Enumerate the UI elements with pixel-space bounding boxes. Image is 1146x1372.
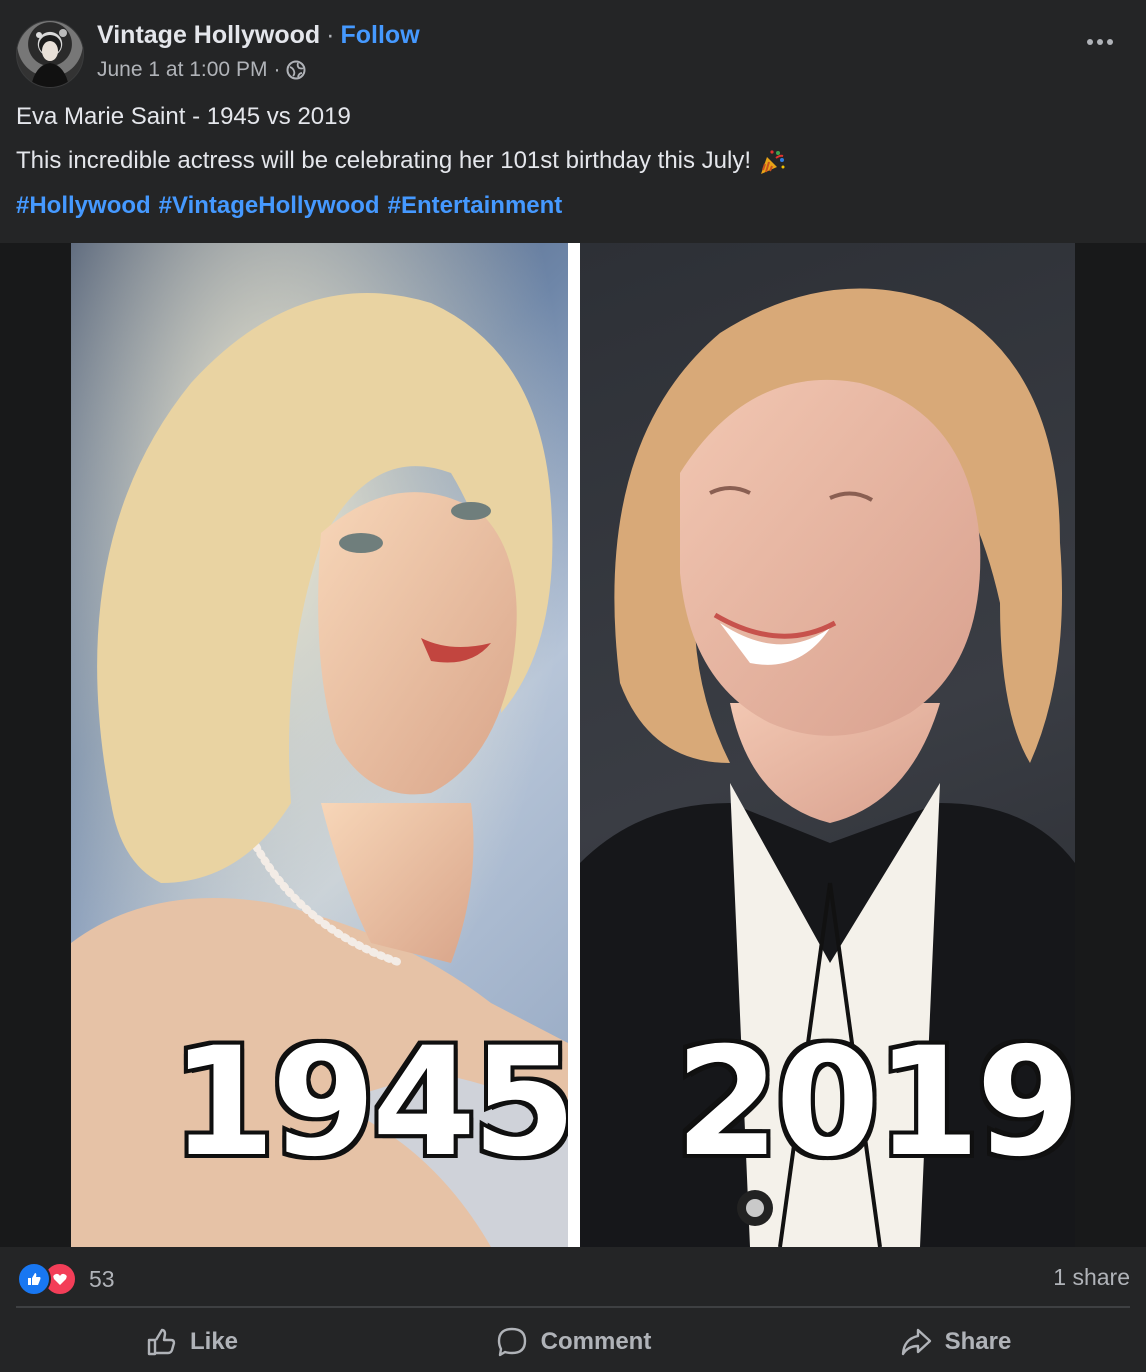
post-text-line-2-content: This incredible actress will be celebrat… bbox=[16, 147, 752, 174]
share-button[interactable]: Share bbox=[764, 1312, 1146, 1372]
share-count[interactable]: 1 share bbox=[1053, 1264, 1130, 1291]
share-label: Share bbox=[944, 1328, 1012, 1355]
globe-icon bbox=[286, 60, 306, 80]
share-icon bbox=[901, 1328, 931, 1356]
meta-separator: · bbox=[273, 58, 281, 81]
year-label-1945: 1945 bbox=[167, 1016, 568, 1190]
reaction-summary[interactable]: 53 bbox=[17, 1262, 115, 1296]
like-label: Like bbox=[189, 1328, 239, 1355]
post-meta: June 1 at 1:00 PM · bbox=[97, 56, 306, 84]
page-avatar[interactable] bbox=[16, 20, 84, 88]
hashtag-link[interactable]: #VintageHollywood bbox=[159, 192, 380, 219]
hashtag-link[interactable]: #Hollywood bbox=[16, 192, 151, 219]
post-image[interactable]: 1945 2019 bbox=[0, 243, 1146, 1247]
year-label-2019: 2019 bbox=[671, 1016, 1075, 1190]
thumbs-up-icon bbox=[147, 1328, 176, 1356]
photo-1945: 1945 bbox=[71, 243, 568, 1247]
hashtags: #Hollywood #VintageHollywood #Entertainmen… bbox=[16, 191, 570, 221]
more-options-icon[interactable] bbox=[1082, 30, 1118, 54]
comment-icon bbox=[497, 1327, 526, 1357]
follow-button[interactable]: Follow bbox=[341, 21, 420, 49]
image-divider bbox=[568, 243, 580, 1247]
facebook-post: Vintage Hollywood · Follow June 1 at 1:00 … bbox=[0, 0, 1146, 1372]
party-popper-icon bbox=[757, 147, 787, 177]
post-timestamp[interactable]: June 1 at 1:00 PM bbox=[97, 56, 267, 84]
divider-line bbox=[16, 1306, 1130, 1308]
comment-button[interactable]: Comment bbox=[382, 1312, 764, 1372]
comment-label: Comment bbox=[540, 1328, 652, 1355]
reaction-count[interactable]: 53 bbox=[89, 1266, 115, 1293]
action-bar: Like Comment Share bbox=[0, 1312, 1146, 1372]
hashtag-link[interactable]: #Entertainment bbox=[388, 192, 563, 219]
like-icon bbox=[17, 1262, 51, 1296]
like-button[interactable]: Like bbox=[0, 1312, 382, 1372]
post-text-line-2: This incredible actress will be celebrat… bbox=[16, 146, 787, 177]
name-separator: · bbox=[326, 21, 335, 49]
post-text-line-1: Eva Marie Saint - 1945 vs 2019 bbox=[16, 103, 351, 130]
photo-2019: 2019 bbox=[580, 243, 1075, 1247]
page-name-link[interactable]: Vintage Hollywood bbox=[97, 21, 320, 49]
header-title-row: Vintage Hollywood · Follow bbox=[97, 20, 420, 50]
